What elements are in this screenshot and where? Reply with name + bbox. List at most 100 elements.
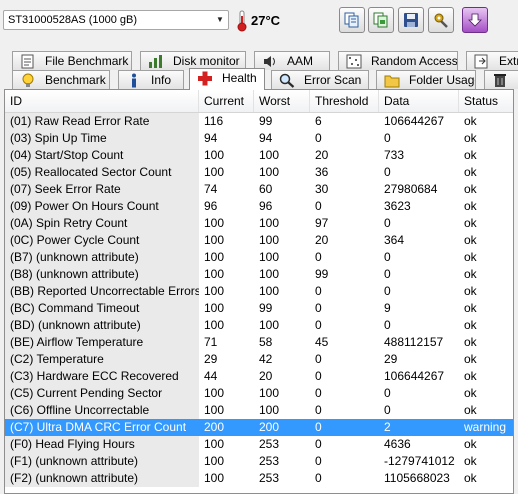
- table-row[interactable]: (07) Seek Error Rate 74 60 30 27980684 ok: [5, 181, 513, 198]
- column-header-worst[interactable]: Worst: [254, 90, 310, 112]
- status-cell: ok: [464, 369, 477, 383]
- exit-button[interactable]: [462, 7, 488, 33]
- worst-value-cell: 99: [259, 301, 273, 315]
- table-row[interactable]: (C7) Ultra DMA CRC Error Count 200 200 0 2 wa…: [5, 419, 513, 436]
- current-value-cell: 29: [204, 352, 218, 366]
- tab-info[interactable]: Info: [118, 70, 184, 89]
- column-header-data[interactable]: Data: [379, 90, 459, 112]
- random-access-icon: [346, 54, 362, 69]
- trash-icon: [494, 74, 506, 87]
- raw-data-cell: 0: [384, 165, 391, 179]
- smart-table[interactable]: ID Current Worst Threshold Data Status (…: [4, 89, 514, 494]
- tab-label: Error Scan: [304, 73, 362, 87]
- table-row[interactable]: (04) Start/Stop Count 100 100 20 733 ok: [5, 147, 513, 164]
- thermometer-icon: [237, 10, 247, 32]
- tab-extra[interactable]: Extra: [466, 51, 518, 70]
- status-cell: ok: [464, 318, 477, 332]
- column-header-id[interactable]: ID: [5, 90, 199, 112]
- worst-value-cell: 100: [259, 148, 280, 162]
- raw-data-cell: 0: [384, 216, 391, 230]
- tab-erase[interactable]: [484, 70, 518, 89]
- tab-error-scan[interactable]: Error Scan: [271, 70, 369, 89]
- table-row[interactable]: (C2) Temperature 29 42 0 29 ok: [5, 351, 513, 368]
- tab-random-access[interactable]: Random Access: [338, 51, 458, 70]
- tab-health[interactable]: Health: [189, 68, 265, 90]
- status-cell: ok: [464, 454, 477, 468]
- tab-label: Extra: [499, 54, 518, 68]
- threshold-value-cell: 0: [315, 403, 322, 417]
- tab-benchmark[interactable]: Benchmark: [12, 70, 110, 89]
- worst-value-cell: 253: [259, 437, 280, 451]
- down-arrow-icon: [468, 13, 482, 27]
- tab-label: File Benchmark: [45, 54, 129, 68]
- raw-data-cell: 0: [384, 284, 391, 298]
- worst-value-cell: 253: [259, 454, 280, 468]
- attribute-id-cell: (C3) Hardware ECC Recovered: [5, 368, 199, 385]
- attribute-id-cell: (C7) Ultra DMA CRC Error Count: [5, 419, 199, 436]
- worst-value-cell: 99: [259, 114, 273, 128]
- table-row[interactable]: (C3) Hardware ECC Recovered 44 20 0 10664426…: [5, 368, 513, 385]
- info-icon: [132, 73, 136, 88]
- tab-aam[interactable]: AAM: [254, 51, 330, 70]
- threshold-value-cell: 20: [315, 233, 329, 247]
- raw-data-cell: 27980684: [384, 182, 438, 196]
- copy-text-button[interactable]: [339, 7, 365, 33]
- table-row[interactable]: (BE) Airflow Temperature 71 58 45 488112157 o…: [5, 334, 513, 351]
- table-row[interactable]: (01) Raw Read Error Rate 116 99 6 106644267 o…: [5, 113, 513, 130]
- threshold-value-cell: 0: [315, 352, 322, 366]
- magnifier-icon: [279, 73, 295, 88]
- table-row[interactable]: (05) Reallocated Sector Count 100 100 36 0 ok: [5, 164, 513, 181]
- status-cell: ok: [464, 114, 477, 128]
- column-header-status[interactable]: Status: [459, 90, 513, 112]
- tab-folder-usage[interactable]: Folder Usage: [376, 70, 476, 89]
- folder-icon: [384, 75, 400, 88]
- table-row[interactable]: (BD) (unknown attribute) 100 100 0 0 ok: [5, 317, 513, 334]
- chevron-down-icon[interactable]: ▼: [212, 11, 228, 29]
- table-row[interactable]: (B7) (unknown attribute) 100 100 0 0 ok: [5, 249, 513, 266]
- raw-data-cell: 364: [384, 233, 405, 247]
- current-value-cell: 100: [204, 250, 225, 264]
- column-header-current[interactable]: Current: [199, 90, 254, 112]
- status-cell: ok: [464, 199, 477, 213]
- raw-data-cell: -1279741012: [384, 454, 455, 468]
- raw-data-cell: 0: [384, 250, 391, 264]
- current-value-cell: 100: [204, 301, 225, 315]
- current-value-cell: 96: [204, 199, 218, 213]
- drive-select[interactable]: ST31000528AS (1000 gB) ▼: [3, 10, 229, 30]
- worst-value-cell: 20: [259, 369, 273, 383]
- current-value-cell: 94: [204, 131, 218, 145]
- current-value-cell: 200: [204, 420, 225, 434]
- current-value-cell: 71: [204, 335, 218, 349]
- options-button[interactable]: [428, 7, 454, 33]
- table-row[interactable]: (BC) Command Timeout 100 99 0 9 ok: [5, 300, 513, 317]
- raw-data-cell: 9: [384, 301, 391, 315]
- worst-value-cell: 253: [259, 471, 280, 485]
- tab-file-benchmark[interactable]: File Benchmark: [12, 51, 132, 70]
- column-header-threshold[interactable]: Threshold: [310, 90, 379, 112]
- table-row[interactable]: (F0) Head Flying Hours 100 253 0 4636 ok: [5, 436, 513, 453]
- current-value-cell: 44: [204, 369, 218, 383]
- speaker-icon: [264, 56, 275, 67]
- attribute-id-cell: (05) Reallocated Sector Count: [5, 164, 199, 181]
- attribute-id-cell: (BB) Reported Uncorrectable Errors: [5, 283, 199, 300]
- attribute-id-cell: (01) Raw Read Error Rate: [5, 113, 199, 130]
- worst-value-cell: 58: [259, 335, 273, 349]
- table-row[interactable]: (B8) (unknown attribute) 100 100 99 0 ok: [5, 266, 513, 283]
- attribute-id-cell: (BD) (unknown attribute): [5, 317, 199, 334]
- table-row[interactable]: (F2) (unknown attribute) 100 253 0 110566802…: [5, 470, 513, 487]
- table-row[interactable]: (0A) Spin Retry Count 100 100 97 0 ok: [5, 215, 513, 232]
- table-row[interactable]: (C5) Current Pending Sector 100 100 0 0 ok: [5, 385, 513, 402]
- table-row[interactable]: (09) Power On Hours Count 96 96 0 3623 ok: [5, 198, 513, 215]
- table-row[interactable]: (BB) Reported Uncorrectable Errors 100 100…: [5, 283, 513, 300]
- save-button[interactable]: [398, 7, 424, 33]
- drive-select-value: ST31000528AS (1000 gB): [8, 14, 138, 26]
- tab-label: Benchmark: [45, 73, 106, 87]
- attribute-id-cell: (C2) Temperature: [5, 351, 199, 368]
- table-row[interactable]: (0C) Power Cycle Count 100 100 20 364 ok: [5, 232, 513, 249]
- worst-value-cell: 94: [259, 131, 273, 145]
- copy-screenshot-button[interactable]: [368, 7, 394, 33]
- table-row[interactable]: (03) Spin Up Time 94 94 0 0 ok: [5, 130, 513, 147]
- attribute-id-cell: (BE) Airflow Temperature: [5, 334, 199, 351]
- table-row[interactable]: (F1) (unknown attribute) 100 253 0 -12797410…: [5, 453, 513, 470]
- table-row[interactable]: (C6) Offline Uncorrectable 100 100 0 0 ok: [5, 402, 513, 419]
